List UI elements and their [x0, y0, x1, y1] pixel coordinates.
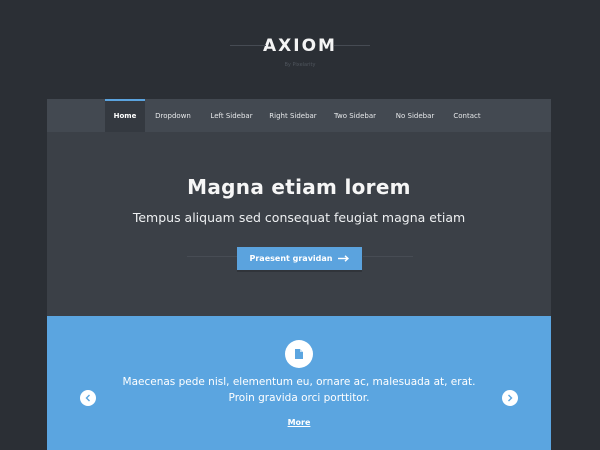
- chevron-left-icon: [85, 394, 91, 402]
- logo-divider-left: [230, 45, 266, 46]
- cta-divider-left: [187, 256, 237, 257]
- hero-subtitle: Tempus aliquam sed consequat feugiat mag…: [132, 210, 466, 225]
- document-icon: [285, 340, 313, 368]
- more-link[interactable]: More: [47, 418, 551, 427]
- feature-text: Maecenas pede nisl, elementum eu, ornare…: [122, 376, 476, 404]
- logo-wrap: AXIOM: [230, 34, 370, 58]
- cta-divider-right: [363, 256, 413, 257]
- logo-divider-right: [334, 45, 370, 46]
- nav-item-right-sidebar[interactable]: Right Sidebar: [262, 99, 324, 132]
- main-nav: Home Dropdown Left Sidebar Right Sidebar…: [47, 99, 551, 132]
- nav-item-two-sidebar[interactable]: Two Sidebar: [324, 99, 386, 132]
- site-byline: By Pixelarity: [284, 62, 316, 68]
- nav-item-contact[interactable]: Contact: [444, 99, 490, 132]
- nav-item-dropdown[interactable]: Dropdown: [145, 99, 201, 132]
- site-header: AXIOM By Pixelarity: [0, 0, 600, 99]
- hero-cta-button[interactable]: Praesent gravidan: [237, 247, 362, 270]
- carousel-prev-button[interactable]: [80, 390, 96, 406]
- hero-cta-label: Praesent gravidan: [249, 254, 333, 263]
- arrow-right-icon: [338, 255, 350, 262]
- carousel-next-button[interactable]: [502, 390, 518, 406]
- chevron-right-icon: [507, 394, 513, 402]
- features-banner: Maecenas pede nisl, elementum eu, ornare…: [47, 316, 551, 450]
- nav-item-left-sidebar[interactable]: Left Sidebar: [201, 99, 262, 132]
- main-panel: Home Dropdown Left Sidebar Right Sidebar…: [47, 99, 551, 450]
- nav-item-no-sidebar[interactable]: No Sidebar: [386, 99, 444, 132]
- nav-spacer: [47, 99, 105, 132]
- hero-title: Magna etiam lorem: [187, 175, 411, 199]
- nav-item-home[interactable]: Home: [105, 99, 145, 132]
- site-logo[interactable]: AXIOM: [263, 36, 337, 56]
